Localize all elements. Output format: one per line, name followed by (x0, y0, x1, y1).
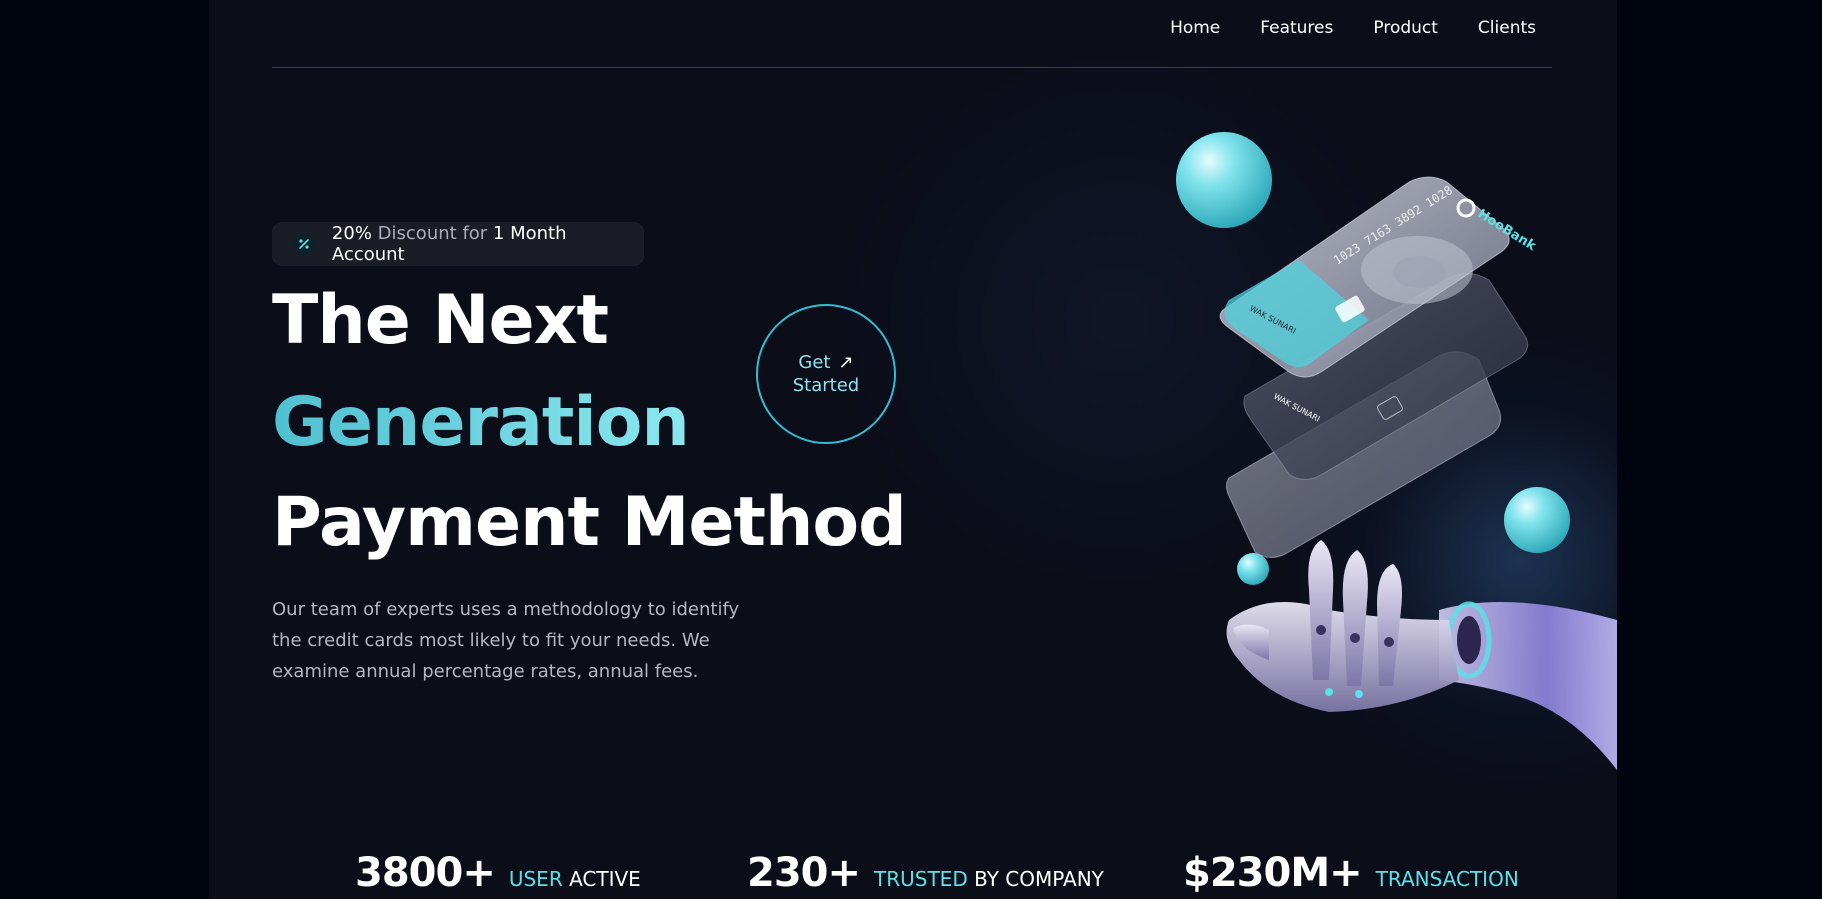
discount-word: Discount (377, 223, 457, 244)
stat-label: TRANSACTION (1375, 867, 1519, 891)
discount-period: 1 Month (492, 223, 567, 244)
decor-sphere-medium (1504, 487, 1570, 553)
discount-for: for (462, 223, 488, 244)
decor-sphere-large (1176, 132, 1272, 228)
get-started-label-2: Started (792, 375, 860, 396)
stat-label: TRUSTED BY COMPANY (874, 867, 1104, 891)
stat-item: 3800+ USER ACTIVE (355, 850, 641, 896)
nav-link-product[interactable]: Product (1373, 18, 1438, 38)
stat-value: 3800+ (355, 850, 496, 896)
stat-value: $230M+ (1183, 850, 1363, 896)
hero-title-line-3: Payment Method (272, 483, 907, 562)
get-started-label-1: Get (798, 352, 831, 373)
nav-links: Home Features Product Clients (1170, 18, 1536, 38)
stat-item: 230+ TRUSTED BY COMPANY (747, 850, 1104, 896)
hero-illustration: HooBank 1023 7163 3892 1028 WAK SUNARI W… (1176, 132, 1617, 770)
discount-text: 20% Discount for 1 Month Account (332, 223, 644, 265)
discount-badge: 20% Discount for 1 Month Account (272, 222, 644, 266)
discount-account: Account (331, 244, 405, 265)
hero-title-line-1: The Next (272, 281, 609, 360)
hero-title-line-2: Generation (272, 383, 690, 462)
discount-icon (292, 232, 316, 256)
stat-item: $230M+ TRANSACTION (1183, 850, 1519, 896)
get-started-button[interactable]: Get ↗ Started (756, 304, 896, 444)
nav-link-home[interactable]: Home (1170, 18, 1220, 38)
nav-link-features[interactable]: Features (1260, 18, 1333, 38)
stat-value: 230+ (747, 850, 861, 896)
navbar: Home Features Product Clients (272, 0, 1552, 68)
landing-page: Home Features Product Clients 20% Discou… (209, 0, 1617, 899)
stat-label: USER ACTIVE (508, 867, 641, 891)
nav-link-clients[interactable]: Clients (1478, 18, 1536, 38)
discount-percent: 20% (331, 223, 372, 244)
hero-description: Our team of experts uses a methodology t… (272, 599, 740, 682)
arrow-up-right-icon: ↗ (838, 352, 854, 373)
decor-sphere-small (1237, 553, 1269, 585)
